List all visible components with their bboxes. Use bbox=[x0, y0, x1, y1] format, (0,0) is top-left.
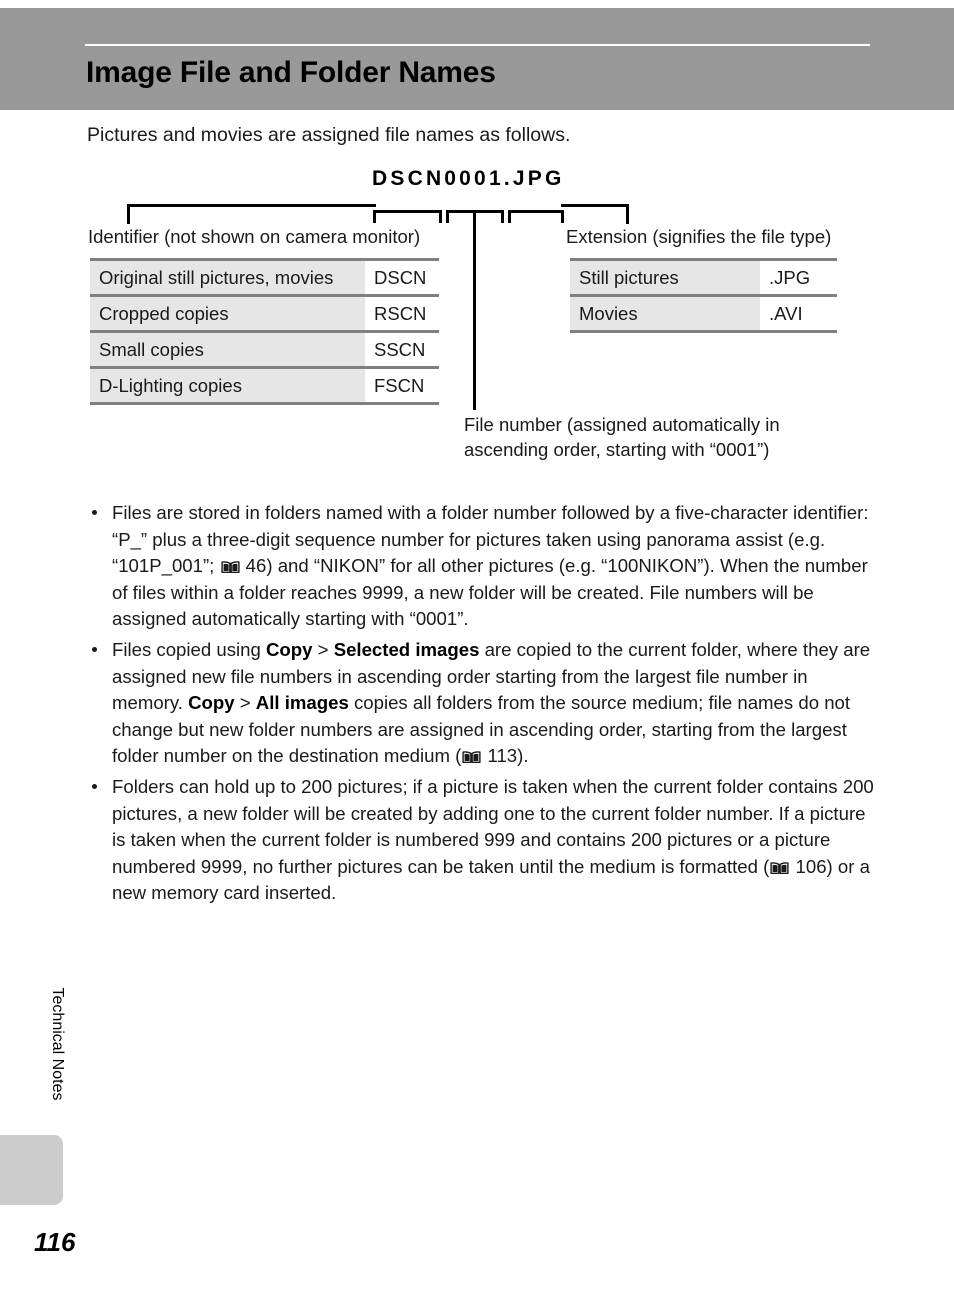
menu-term: Selected images bbox=[333, 638, 480, 660]
menu-term: Copy bbox=[266, 638, 313, 660]
extension-table-body: Still pictures .JPG Movies .AVI bbox=[570, 258, 837, 333]
menu-term: All images bbox=[255, 692, 349, 714]
bullet-copy-behavior: Files copied using Copy > Selected image… bbox=[87, 637, 877, 770]
table-cell-label: Movies bbox=[570, 294, 760, 333]
bullet-folders-naming: Files are stored in folders named with a… bbox=[87, 500, 877, 633]
table-cell-value: RSCN bbox=[365, 294, 439, 332]
bracket-extension-stem-right bbox=[561, 210, 564, 223]
extension-table: Still pictures .JPG Movies .AVI bbox=[570, 258, 837, 333]
bullet-marker bbox=[92, 783, 97, 789]
identifier-table-body: Original still pictures, movies DSCN Cropp… bbox=[90, 258, 439, 405]
notes-bullet-list: Files are stored in folders named with a… bbox=[87, 500, 877, 911]
example-filename: DSCN0001.JPG bbox=[372, 167, 565, 190]
bullet-marker bbox=[92, 510, 97, 515]
table-cell-label: Small copies bbox=[90, 330, 365, 368]
table-cell-value: .AVI bbox=[760, 294, 837, 333]
book-icon bbox=[462, 751, 481, 764]
bracket-filenumber-stem-left bbox=[446, 210, 449, 223]
identifier-table: Original still pictures, movies DSCN Cropp… bbox=[90, 258, 439, 405]
table-cell-label: Still pictures bbox=[570, 258, 760, 296]
table-row: Cropped copies RSCN bbox=[90, 294, 439, 332]
file-number-note: File number (assigned automatically in a… bbox=[464, 414, 780, 460]
bracket-identifier-top bbox=[373, 210, 442, 213]
bracket-extension-stem-left bbox=[508, 210, 511, 223]
table-row: Movies .AVI bbox=[570, 294, 837, 333]
leader-extension-vertical bbox=[626, 204, 629, 224]
table-row: Original still pictures, movies DSCN bbox=[90, 258, 439, 296]
identifier-caption: Identifier (not shown on camera monitor) bbox=[88, 226, 421, 247]
bracket-identifier-stem-left bbox=[373, 210, 376, 223]
filename-structure-diagram: DSCN0001.JPG Identifier (not shown on ca… bbox=[0, 0, 954, 480]
bullet-marker bbox=[92, 646, 97, 652]
menu-term: Copy bbox=[188, 692, 235, 714]
table-cell-label: Cropped copies bbox=[90, 294, 365, 332]
book-icon bbox=[770, 861, 789, 874]
table-row: Still pictures .JPG bbox=[570, 258, 837, 296]
leader-extension-horizontal bbox=[561, 204, 629, 207]
table-cell-value: FSCN bbox=[365, 366, 439, 405]
table-row: D-Lighting copies FSCN bbox=[90, 366, 439, 405]
section-thumb-tab bbox=[0, 1135, 63, 1205]
leader-filenumber-vertical bbox=[473, 210, 476, 410]
table-cell-value: .JPG bbox=[760, 258, 837, 296]
book-icon bbox=[220, 561, 240, 574]
table-cell-value: SSCN bbox=[365, 330, 439, 368]
leader-identifier-vertical bbox=[127, 204, 130, 224]
table-cell-label: D-Lighting copies bbox=[90, 366, 365, 405]
bracket-identifier-stem-right bbox=[439, 210, 442, 223]
table-row: Small copies SSCN bbox=[90, 330, 439, 368]
extension-caption: Extension (signifies the file type) bbox=[566, 226, 832, 247]
section-side-label: Technical Notes bbox=[49, 987, 66, 1101]
leader-identifier-horizontal bbox=[127, 204, 376, 207]
bullet-folder-capacity: Folders can hold up to 200 pictures; if … bbox=[87, 774, 877, 907]
bracket-extension-top bbox=[508, 210, 564, 213]
bracket-filenumber-stem-right bbox=[501, 210, 504, 223]
table-cell-value: DSCN bbox=[365, 258, 439, 296]
page-number: 116 bbox=[34, 1227, 76, 1257]
table-cell-label: Original still pictures, movies bbox=[90, 258, 365, 296]
